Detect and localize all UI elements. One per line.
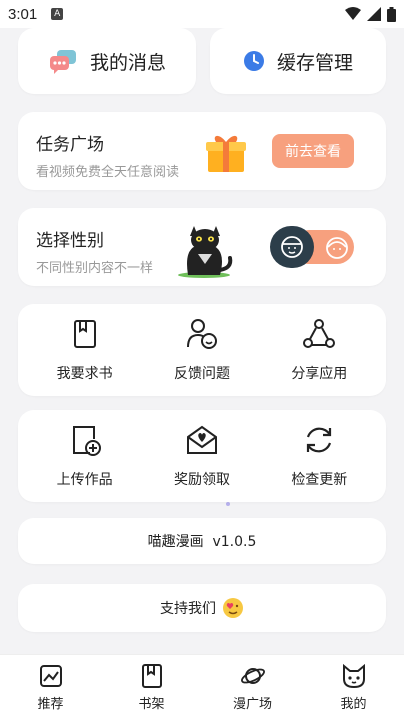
claim-reward-button[interactable]: 奖励领取 [147,423,257,489]
tab-mine[interactable]: 我的 [314,663,394,712]
share-app-button[interactable]: 分享应用 [264,317,374,383]
upload-work-button[interactable]: 上传作品 [30,423,140,489]
refresh-icon [307,427,332,453]
claim-reward-label: 奖励领取 [173,472,230,488]
check-update-button[interactable]: 检查更新 [264,423,374,489]
support-us-button[interactable]: 支持我们 [18,584,386,632]
check-update-label: 检查更新 [291,472,348,488]
cat-face-icon [342,663,365,689]
gender-select-subtitle: 不同性别内容不一样 [36,261,154,276]
share-app-label: 分享应用 [291,366,348,382]
notification-badge: A [51,8,64,20]
bookshelf-icon [141,664,162,688]
status-icons [345,6,396,22]
battery-icon [387,6,396,22]
my-messages-label: 我的消息 [89,51,166,74]
task-square-subtitle: 看视频免费全天任意阅读 [36,165,180,180]
female-face-icon[interactable] [324,235,350,261]
task-square-card[interactable]: 任务广场 看视频免费全天任意阅读 前去查看 [18,112,386,190]
male-face-icon[interactable] [279,234,305,260]
feedback-label: 反馈问题 [173,366,230,382]
tab-mine-label: 我的 [340,697,367,712]
chat-bubbles-icon [49,50,76,74]
tab-recommend[interactable]: 推荐 [11,663,91,712]
tab-recommend-label: 推荐 [37,697,64,712]
support-us-label: 支持我们 [160,601,216,617]
tools-grid-2: 上传作品 奖励领取 检查更新 [18,410,386,502]
decor-dot [226,502,230,506]
tab-bookshelf-label: 书架 [138,697,165,712]
tab-bookshelf[interactable]: 书架 [112,663,192,712]
version-text: 喵趣漫画 v1.0.5 [147,534,257,550]
clock-icon [243,51,264,71]
black-cat-illustration [178,226,233,278]
book-icon [73,320,96,348]
tools-grid-1: 我要求书 反馈问题 分享应用 [18,304,386,396]
feedback-button[interactable]: 反馈问题 [147,317,257,383]
recommend-icon [39,665,62,687]
wifi-icon [345,7,361,20]
version-card: 喵趣漫画 v1.0.5 [18,518,386,564]
profile-content[interactable]: 我的消息 缓存管理 任务广场 看视频免费全天任意阅读 前去查看 选择性别 不同性… [0,28,404,654]
gender-select-card[interactable]: 选择性别 不同性别内容不一样 [18,208,386,286]
gender-toggle[interactable] [270,226,354,268]
task-square-title: 任务广场 [36,135,104,155]
upload-document-icon [72,426,101,456]
share-nodes-icon [303,319,336,348]
upload-work-label: 上传作品 [56,472,113,488]
status-bar: 3:01 A [0,0,404,28]
bottom-tab-bar: 推荐 书架 漫广场 我的 [0,654,404,720]
gender-select-title: 选择性别 [36,231,104,251]
tab-comic-square[interactable]: 漫广场 [213,663,293,712]
cache-management-button[interactable]: 缓存管理 [210,28,386,94]
request-book-label: 我要求书 [56,366,113,382]
request-book-button[interactable]: 我要求书 [30,317,140,383]
cache-management-label: 缓存管理 [276,51,353,74]
status-time: 3:01 [8,5,38,23]
feedback-person-icon [186,319,217,349]
planet-icon [240,668,265,684]
tab-comic-square-label: 漫广场 [232,697,272,712]
love-face-icon [223,598,243,618]
go-view-button[interactable]: 前去查看 [272,134,354,168]
signal-icon [367,7,381,21]
gift-box-icon [206,135,246,172]
heart-envelope-icon [186,425,217,454]
my-messages-button[interactable]: 我的消息 [18,28,196,94]
